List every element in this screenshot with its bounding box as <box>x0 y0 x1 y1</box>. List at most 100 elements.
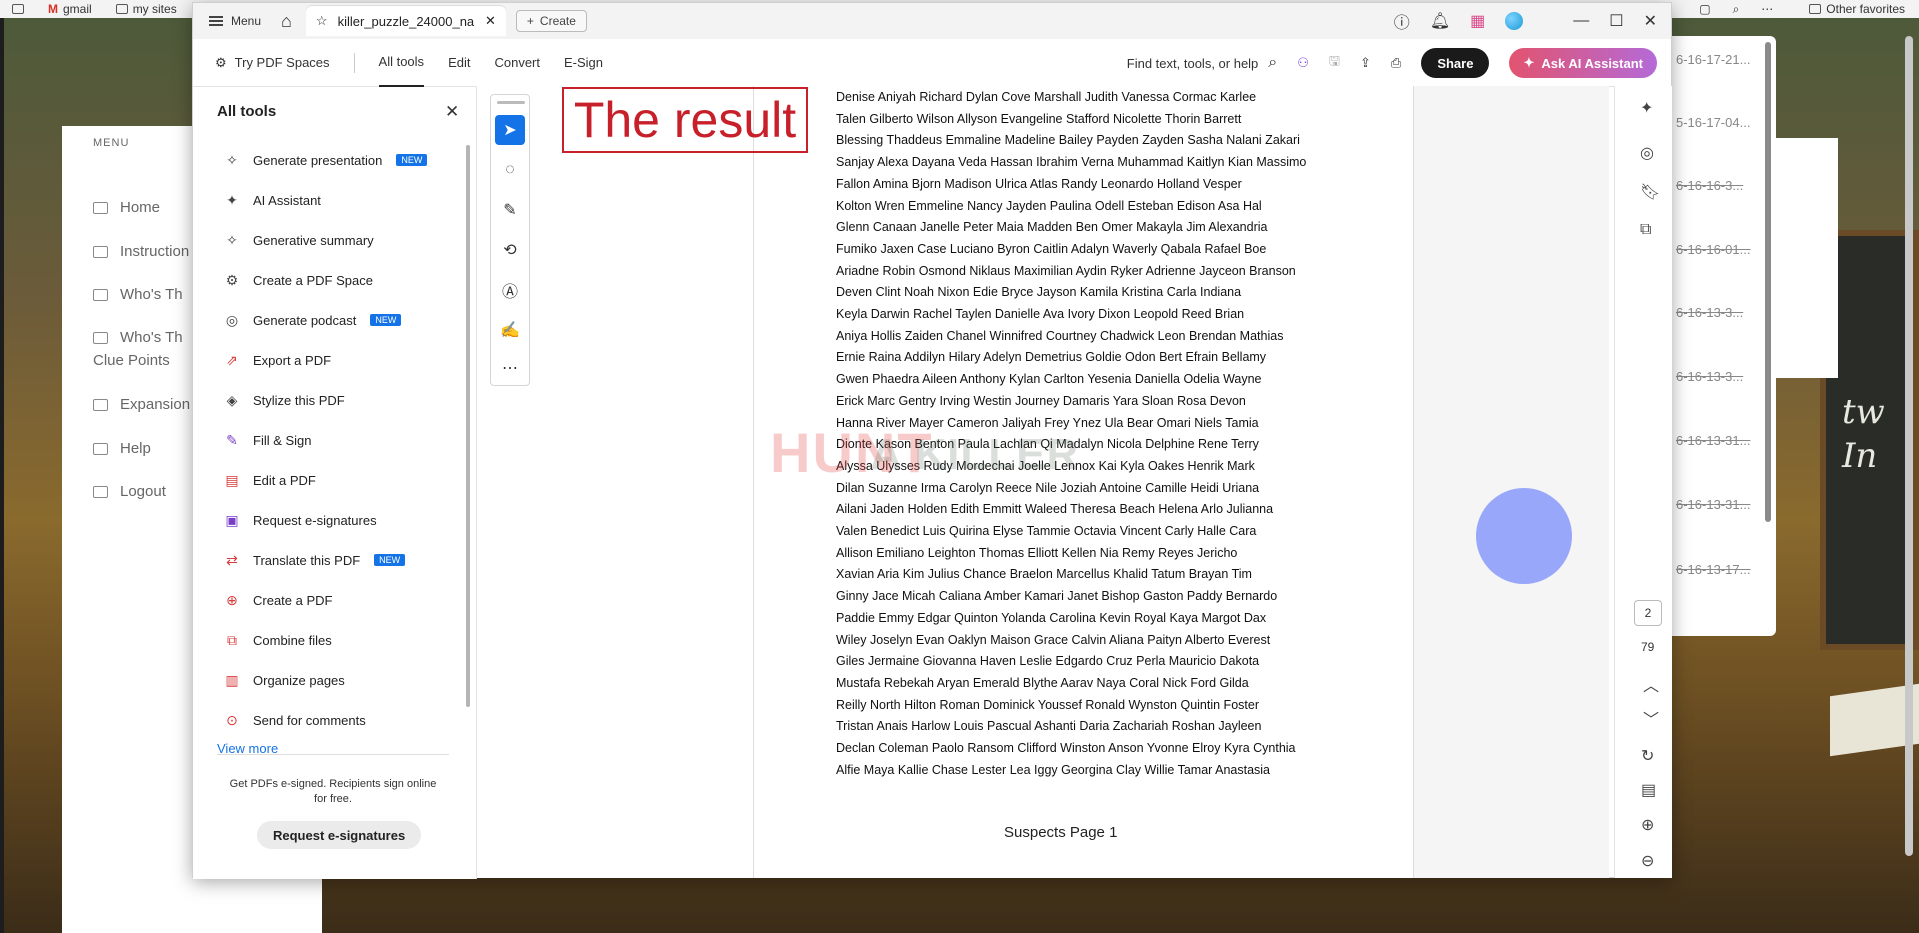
apps-grid-icon[interactable]: ▦ <box>1470 11 1485 31</box>
name-line: Sanjay Alexa Dayana Veda Hassan Ibrahim … <box>836 155 1307 170</box>
tab-e-sign[interactable]: E-Sign <box>564 39 603 87</box>
document-tab[interactable]: ☆ killer_puzzle_24000_na... ✕ <box>305 6 506 36</box>
tab-edit[interactable]: Edit <box>448 39 470 87</box>
side-entry[interactable]: 6-16-17-21... <box>1676 52 1750 67</box>
side-entry[interactable]: 6-16-13-31... <box>1676 433 1750 448</box>
save-icon[interactable]: 🖫 <box>1329 52 1340 74</box>
tool-export-pdf[interactable]: ⇗ Export a PDF <box>223 351 331 369</box>
translate-icon: ⇄ <box>226 551 238 568</box>
side-scrollbar[interactable] <box>1765 42 1771 522</box>
site-nav-label: Who's Th <box>120 286 183 303</box>
name-line: Glenn Canaan Janelle Peter Maia Madden B… <box>836 220 1268 235</box>
rotate-icon[interactable]: ↻ <box>1641 746 1654 766</box>
site-nav-instruction[interactable]: Instruction <box>93 240 189 263</box>
tool-generate-podcast[interactable]: ◎ Generate podcast NEW <box>223 311 402 329</box>
side-entry[interactable]: 6-16-13-31... <box>1676 497 1750 512</box>
tools-scrollbar[interactable] <box>466 145 470 707</box>
side-entry[interactable]: 6-16-16-01... <box>1676 242 1750 257</box>
draw-tool-icon[interactable]: ⟲ <box>495 235 525 265</box>
tool-organize-pages[interactable]: ▥ Organize pages <box>223 671 344 689</box>
extension-icon[interactable]: ▢ <box>1699 2 1710 16</box>
bookmark-gmail[interactable]: Mgmail <box>48 2 92 16</box>
page-fit-icon[interactable]: ▤ <box>1641 780 1656 800</box>
request-sign-icon: ▣ <box>225 511 239 528</box>
close-tab-icon[interactable]: ✕ <box>485 13 496 29</box>
site-nav-clue-points[interactable]: Clue Points <box>93 349 170 372</box>
site-nav-home[interactable]: Home <box>93 196 160 219</box>
upload-icon[interactable]: ⇪ <box>1360 55 1371 71</box>
window-controls: ⓘ 🔔︎ ▦ — ☐ ✕ <box>1394 3 1657 39</box>
side-entry[interactable]: 6-16-16-3... <box>1676 178 1743 193</box>
tool-fill-sign[interactable]: ✎ Fill & Sign <box>223 431 311 449</box>
tool-generative-summary[interactable]: ✧ Generative summary <box>223 231 374 249</box>
tool-create-pdf-space[interactable]: ⚙ Create a PDF Space <box>223 271 373 289</box>
toolbar-grip[interactable] <box>497 101 525 104</box>
comment-rail-icon[interactable]: ◎ <box>1640 143 1654 163</box>
side-entry[interactable]: 6-16-13-3... <box>1676 369 1743 384</box>
tool-send-comments[interactable]: ⊙ Send for comments <box>223 711 366 729</box>
more-icon[interactable]: ⋯ <box>1761 2 1773 16</box>
bookmark-rail-icon[interactable]: 🔖︎ <box>1640 182 1660 202</box>
side-entry[interactable]: 6-16-13-17... <box>1676 562 1750 577</box>
tool-create-pdf[interactable]: ⊕ Create a PDF <box>223 591 332 609</box>
site-menu-title: MENU <box>93 137 130 149</box>
sign-tool-icon[interactable]: ✍ <box>495 315 525 345</box>
zoom-out-icon[interactable]: ⊖ <box>1641 851 1654 871</box>
page-down-icon[interactable]: ﹀ <box>1643 706 1659 730</box>
site-nav-logout[interactable]: Logout <box>93 480 166 503</box>
tool-request-esignatures[interactable]: ▣ Request e-signatures <box>223 511 376 529</box>
home-icon[interactable]: ⌂ <box>281 11 292 32</box>
spaces-icon: ⚙ <box>215 54 227 70</box>
site-nav-whos-the-1[interactable]: Who's Th <box>93 283 183 306</box>
ai-search-icon[interactable]: ⚇ <box>1297 55 1309 71</box>
nav-icon <box>93 202 108 214</box>
bell-icon[interactable]: 🔔︎ <box>1430 11 1450 31</box>
name-line: Ailani Jaden Holden Edith Emmitt Waleed … <box>836 502 1274 517</box>
tool-stylize-pdf[interactable]: ◈ Stylize this PDF <box>223 391 345 409</box>
minimize-icon[interactable]: — <box>1573 12 1589 30</box>
tool-combine-files[interactable]: ⧉ Combine files <box>223 631 332 649</box>
name-line: Denise Aniyah Richard Dylan Cove Marshal… <box>836 90 1257 104</box>
print-icon[interactable]: ⎙ <box>1391 55 1401 71</box>
maximize-icon[interactable]: ☐ <box>1609 11 1623 31</box>
tab-all-tools[interactable]: All tools <box>378 39 425 87</box>
close-window-icon[interactable]: ✕ <box>1644 11 1657 31</box>
comment-tool-icon[interactable]: ◌ <box>495 155 525 185</box>
bookmark-my-sites[interactable]: my sites <box>115 2 177 16</box>
side-entry[interactable]: 5-16-17-04... <box>1676 115 1750 130</box>
menu-button[interactable]: Menu <box>209 14 261 28</box>
text-tool-icon[interactable]: Ⓐ <box>495 275 525 305</box>
bookmark-reading-list[interactable] <box>12 4 24 14</box>
other-favorites[interactable]: Other favorites <box>1809 2 1905 16</box>
try-pdf-spaces[interactable]: ⚙ Try PDF Spaces <box>215 55 330 71</box>
request-esignatures-button[interactable]: Request e-signatures <box>257 821 422 849</box>
select-tool-icon[interactable]: ➤ <box>495 115 525 145</box>
site-nav-whos-the-2[interactable]: Who's Th <box>93 326 183 349</box>
comment-icon: ⊙ <box>226 711 238 728</box>
close-panel-icon[interactable]: ✕ <box>445 102 459 122</box>
page-up-icon[interactable]: ︿ <box>1643 672 1659 696</box>
ask-ai-button[interactable]: ✦ Ask AI Assistant <box>1509 48 1657 78</box>
site-nav-expansion[interactable]: Expansion <box>93 393 190 416</box>
find-search[interactable]: Find text, tools, or help ⌕ <box>1127 54 1277 72</box>
more-tools-icon[interactable]: ⋯ <box>495 353 525 383</box>
create-button[interactable]: + Create <box>515 10 587 32</box>
tool-edit-pdf[interactable]: ▤ Edit a PDF <box>223 471 315 489</box>
ai-rail-icon[interactable]: ✦ <box>1640 98 1653 118</box>
highlight-tool-icon[interactable]: ✎ <box>495 195 525 225</box>
share-button[interactable]: Share <box>1421 48 1490 78</box>
page-number-input[interactable]: 2 <box>1634 600 1662 626</box>
tool-ai-assistant[interactable]: ✦ AI Assistant <box>223 191 321 209</box>
page-scrollbar[interactable] <box>1905 36 1913 856</box>
search-icon[interactable]: ⌕ <box>1733 2 1740 17</box>
avatar[interactable] <box>1505 12 1524 30</box>
tool-translate-pdf[interactable]: ⇄ Translate this PDF NEW <box>223 551 406 569</box>
tool-generate-presentation[interactable]: ✧ Generate presentation NEW <box>223 151 428 169</box>
zoom-in-icon[interactable]: ⊕ <box>1641 815 1654 835</box>
star-icon[interactable]: ☆ <box>316 13 328 29</box>
tab-convert[interactable]: Convert <box>494 39 540 87</box>
help-icon[interactable]: ⓘ <box>1394 9 1410 33</box>
copy-rail-icon[interactable]: ⧉ <box>1640 221 1651 239</box>
side-entry[interactable]: 6-16-13-3... <box>1676 305 1743 320</box>
site-nav-help[interactable]: Help <box>93 437 151 460</box>
